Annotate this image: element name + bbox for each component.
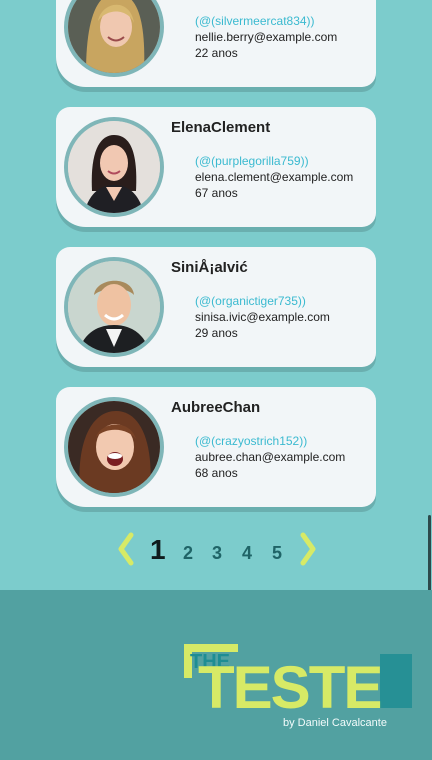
page-2[interactable]: 2 [183, 543, 193, 564]
user-email: aubree.chan@example.com [195, 450, 346, 464]
avatar-ring [64, 397, 164, 497]
user-handle[interactable]: (@(organictiger735)) [195, 294, 306, 308]
brand-logo: THE TESTE [184, 644, 412, 712]
user-age: 67 anos [195, 186, 238, 200]
pagination: 1 2 3 4 5 [114, 530, 324, 570]
page-3[interactable]: 3 [212, 543, 222, 564]
user-age: 22 anos [195, 46, 238, 60]
user-name: SiniÅ¡aIvić [171, 259, 248, 276]
page-5[interactable]: 5 [272, 543, 282, 564]
page-1[interactable]: 1 [150, 534, 166, 566]
user-email: nellie.berry@example.com [195, 30, 338, 44]
chevron-left-icon[interactable] [116, 532, 136, 566]
avatar [68, 0, 160, 73]
chevron-right-icon[interactable] [298, 532, 318, 566]
footer: THE TESTE by Daniel Cavalcante [0, 590, 432, 760]
avatar-ring [64, 0, 164, 77]
user-handle[interactable]: (@(purplegorilla759)) [195, 154, 309, 168]
avatar [68, 261, 160, 353]
user-handle[interactable]: (@(silvermeercat834)) [195, 14, 315, 28]
user-handle[interactable]: (@(crazyostrich152)) [195, 434, 307, 448]
avatar-ring [64, 257, 164, 357]
user-email: sinisa.ivic@example.com [195, 310, 330, 324]
avatar [68, 401, 160, 493]
avatar [68, 121, 160, 213]
user-age: 29 anos [195, 326, 238, 340]
page-4[interactable]: 4 [242, 543, 252, 564]
user-card[interactable]: AubreeChan (@(crazyostrich152)) aubree.c… [56, 387, 376, 507]
avatar-ring [64, 117, 164, 217]
byline: by Daniel Cavalcante [283, 717, 387, 729]
user-name: AubreeChan [171, 399, 261, 416]
logo-big-text: TESTE [198, 654, 381, 712]
user-card[interactable]: ElenaClement (@(purplegorilla759)) elena… [56, 107, 376, 227]
user-card[interactable]: SiniÅ¡aIvić (@(organictiger735)) sinisa.… [56, 247, 376, 367]
user-card[interactable]: (@(silvermeercat834)) nellie.berry@examp… [56, 0, 376, 87]
user-name: ElenaClement [171, 119, 271, 136]
user-age: 68 anos [195, 466, 238, 480]
user-email: elena.clement@example.com [195, 170, 354, 184]
